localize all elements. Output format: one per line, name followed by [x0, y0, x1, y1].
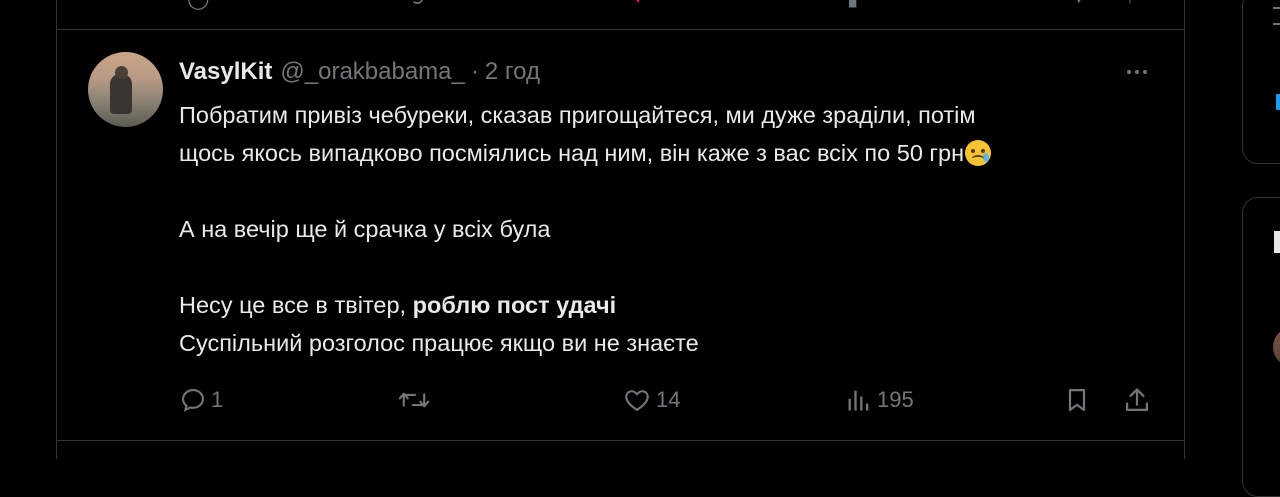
reply-icon — [182, 389, 204, 412]
previous-tweet-actions-bar: ◯ ⟲ ♥ ▮ ▼ ↑ — [57, 0, 1184, 30]
views-icon[interactable]: ▮ — [847, 0, 858, 11]
tweet-text-line: щось якось випадково посміялись над ним,… — [179, 134, 1169, 172]
bookmark-icon[interactable]: ▼ — [1069, 0, 1089, 9]
reply-count: 1 — [211, 387, 224, 412]
tweet[interactable]: VasylKit @_orakbabama_ · 2 год Побратим … — [57, 30, 1184, 441]
timeline-feed: ◯ ⟲ ♥ ▮ ▼ ↑ VasylKit @_orakbabama_ · 2 г… — [56, 0, 1185, 459]
tweet-header: VasylKit @_orakbabama_ · 2 год — [179, 57, 540, 87]
repost-icon — [398, 392, 430, 408]
tweet-text-regular: Несу це все в твітер, — [179, 292, 413, 318]
more-options-icon[interactable] — [1120, 62, 1154, 82]
dot-separator: · — [470, 58, 479, 85]
sidebar-top-glyph — [1273, 7, 1280, 25]
tweet-text-line: А на вечір ще й срачка у всіх була — [179, 216, 551, 242]
timestamp[interactable]: 2 год — [485, 58, 540, 86]
user-handle[interactable]: @_orakbabama_ — [280, 58, 464, 86]
share-icon[interactable]: ↑ — [1125, 0, 1135, 9]
bookmark-button[interactable] — [1063, 380, 1091, 420]
tweet-text-line: Суспільний розголос працює якщо ви не зн… — [179, 330, 699, 356]
avatar-person-head — [115, 66, 128, 79]
avatar[interactable] — [88, 52, 163, 127]
like-button[interactable]: 14 — [622, 380, 680, 420]
like-count: 14 — [656, 387, 681, 412]
tweet-text-line-content: щось якось випадково посміялись над ним,… — [179, 140, 965, 166]
reply-icon[interactable]: ◯ — [187, 0, 209, 11]
tweet-text-line: Несу це все в твітер, роблю пост удачі — [179, 286, 1169, 324]
sidebar-card-bottom — [1242, 197, 1280, 497]
tweet-text-line: Побратим привіз чебуреки, сказав пригоща… — [179, 102, 976, 128]
avatar-person-silhouette — [110, 74, 132, 114]
bookmark-icon — [1068, 388, 1086, 412]
tweet-text: Побратим привіз чебуреки, сказав пригоща… — [179, 96, 1169, 362]
face-holding-back-tears-icon — [965, 140, 992, 166]
sidebar-card-top — [1242, 0, 1280, 164]
display-name[interactable]: VasylKit — [179, 58, 272, 86]
sidebar-avatar[interactable] — [1273, 327, 1280, 367]
repost-icon[interactable]: ⟲ — [407, 0, 424, 11]
share-icon — [1125, 388, 1149, 412]
tweet-text-bold: роблю пост удачі — [412, 292, 617, 318]
sidebar-card-title-fragment — [1274, 231, 1280, 253]
share-button[interactable] — [1123, 380, 1151, 420]
views-button[interactable]: 195 — [845, 380, 914, 420]
views-icon — [848, 390, 869, 411]
heart-icon — [625, 390, 649, 411]
reply-button[interactable]: 1 — [179, 380, 223, 420]
like-icon[interactable]: ♥ — [632, 0, 644, 9]
repost-button[interactable] — [397, 380, 435, 420]
views-count: 195 — [877, 387, 914, 412]
tweet-actions: 1 14 195 — [57, 380, 1184, 420]
sidebar-link-fragment[interactable] — [1276, 94, 1280, 110]
